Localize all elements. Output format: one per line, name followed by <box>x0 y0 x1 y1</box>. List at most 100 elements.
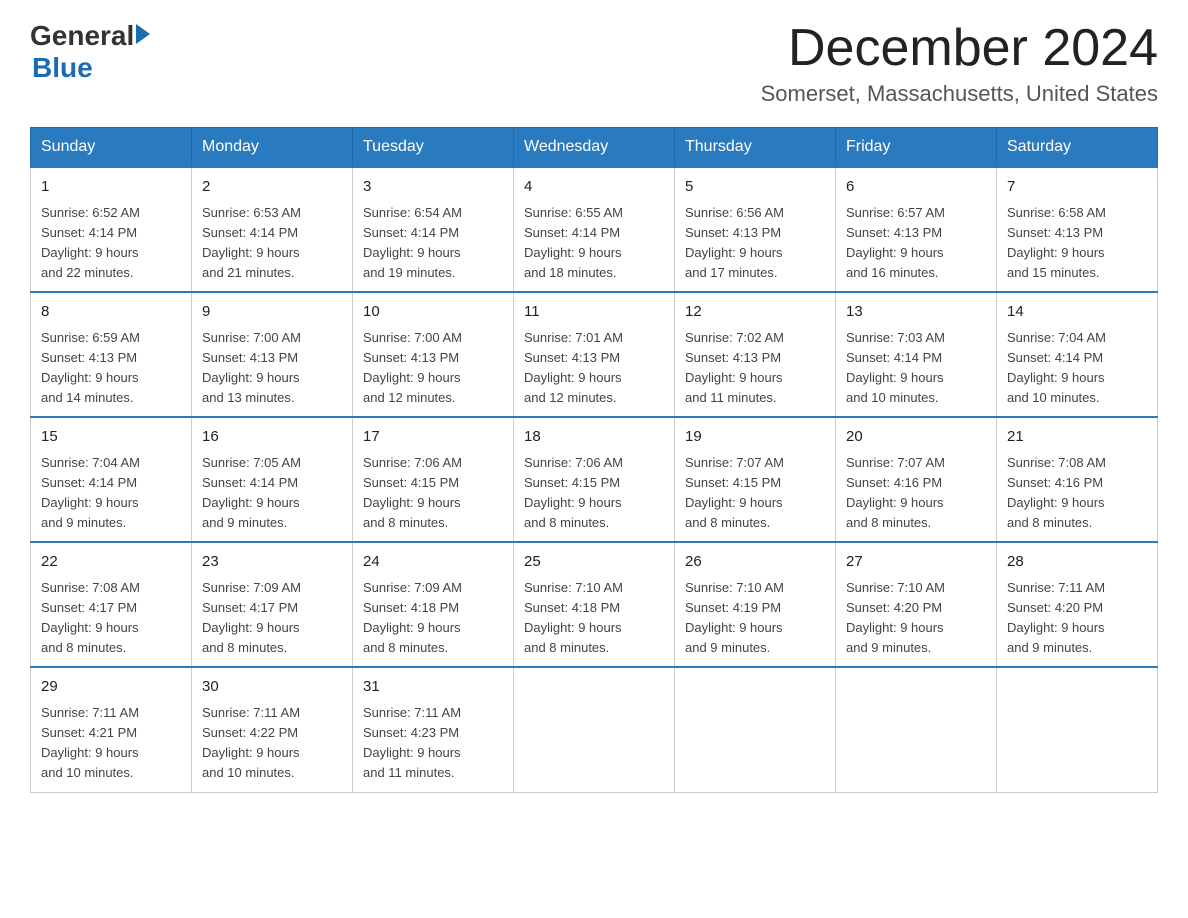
location-title: Somerset, Massachusetts, United States <box>761 81 1158 107</box>
day-cell-24: 24 Sunrise: 7:09 AMSunset: 4:18 PMDayligh… <box>353 542 514 667</box>
day-cell-25: 25 Sunrise: 7:10 AMSunset: 4:18 PMDayligh… <box>514 542 675 667</box>
day-number: 8 <box>41 301 181 324</box>
day-info: Sunrise: 7:11 AMSunset: 4:22 PMDaylight:… <box>202 703 342 784</box>
day-number: 9 <box>202 301 342 324</box>
day-cell-22: 22Sunrise: 7:08 AMSunset: 4:17 PMDayligh… <box>31 542 192 667</box>
day-cell-20: 20 Sunrise: 7:07 AMSunset: 4:16 PMDayligh… <box>836 417 997 542</box>
empty-cell <box>675 667 836 792</box>
day-info: Sunrise: 7:11 AMSunset: 4:23 PMDaylight:… <box>363 703 503 784</box>
week-row-4: 22Sunrise: 7:08 AMSunset: 4:17 PMDayligh… <box>31 542 1158 667</box>
day-info: Sunrise: 6:54 AMSunset: 4:14 PMDaylight:… <box>363 203 503 284</box>
day-number: 22 <box>41 551 181 574</box>
day-info: Sunrise: 6:57 AMSunset: 4:13 PMDaylight:… <box>846 203 986 284</box>
day-info: Sunrise: 7:06 AMSunset: 4:15 PMDaylight:… <box>524 453 664 534</box>
day-number: 3 <box>363 176 503 199</box>
day-cell-21: 21 Sunrise: 7:08 AMSunset: 4:16 PMDayligh… <box>997 417 1158 542</box>
day-info: Sunrise: 7:06 AMSunset: 4:15 PMDaylight:… <box>363 453 503 534</box>
day-cell-29: 29 Sunrise: 7:11 AMSunset: 4:21 PMDayligh… <box>31 667 192 792</box>
day-cell-31: 31 Sunrise: 7:11 AMSunset: 4:23 PMDayligh… <box>353 667 514 792</box>
day-info: Sunrise: 7:01 AMSunset: 4:13 PMDaylight:… <box>524 328 664 409</box>
day-number: 21 <box>1007 426 1147 449</box>
day-number: 26 <box>685 551 825 574</box>
day-number: 29 <box>41 676 181 699</box>
day-number: 25 <box>524 551 664 574</box>
day-number: 5 <box>685 176 825 199</box>
day-cell-14: 14Sunrise: 7:04 AMSunset: 4:14 PMDayligh… <box>997 292 1158 417</box>
day-number: 23 <box>202 551 342 574</box>
week-row-1: 1 Sunrise: 6:52 AMSunset: 4:14 PMDaylight… <box>31 167 1158 292</box>
day-info: Sunrise: 7:10 AMSunset: 4:18 PMDaylight:… <box>524 578 664 659</box>
day-cell-30: 30Sunrise: 7:11 AMSunset: 4:22 PMDayligh… <box>192 667 353 792</box>
weekday-header-thursday: Thursday <box>675 128 836 168</box>
logo-blue: Blue <box>32 52 150 84</box>
day-number: 1 <box>41 176 181 199</box>
week-row-2: 8 Sunrise: 6:59 AMSunset: 4:13 PMDaylight… <box>31 292 1158 417</box>
logo-general: General <box>30 20 134 52</box>
weekday-header-monday: Monday <box>192 128 353 168</box>
day-number: 27 <box>846 551 986 574</box>
weekday-header-wednesday: Wednesday <box>514 128 675 168</box>
day-info: Sunrise: 7:09 AMSunset: 4:17 PMDaylight:… <box>202 578 342 659</box>
day-number: 16 <box>202 426 342 449</box>
weekday-header-saturday: Saturday <box>997 128 1158 168</box>
day-number: 2 <box>202 176 342 199</box>
day-info: Sunrise: 7:00 AMSunset: 4:13 PMDaylight:… <box>363 328 503 409</box>
day-number: 6 <box>846 176 986 199</box>
day-number: 31 <box>363 676 503 699</box>
day-info: Sunrise: 7:11 AMSunset: 4:20 PMDaylight:… <box>1007 578 1147 659</box>
day-info: Sunrise: 7:07 AMSunset: 4:16 PMDaylight:… <box>846 453 986 534</box>
day-number: 4 <box>524 176 664 199</box>
day-info: Sunrise: 7:08 AMSunset: 4:16 PMDaylight:… <box>1007 453 1147 534</box>
day-number: 20 <box>846 426 986 449</box>
day-number: 7 <box>1007 176 1147 199</box>
day-info: Sunrise: 7:04 AMSunset: 4:14 PMDaylight:… <box>41 453 181 534</box>
day-info: Sunrise: 7:09 AMSunset: 4:18 PMDaylight:… <box>363 578 503 659</box>
month-title: December 2024 <box>761 20 1158 77</box>
day-number: 15 <box>41 426 181 449</box>
day-cell-18: 18 Sunrise: 7:06 AMSunset: 4:15 PMDayligh… <box>514 417 675 542</box>
day-info: Sunrise: 7:10 AMSunset: 4:19 PMDaylight:… <box>685 578 825 659</box>
day-info: Sunrise: 7:02 AMSunset: 4:13 PMDaylight:… <box>685 328 825 409</box>
day-info: Sunrise: 7:04 AMSunset: 4:14 PMDaylight:… <box>1007 328 1147 409</box>
day-number: 19 <box>685 426 825 449</box>
day-cell-6: 6 Sunrise: 6:57 AMSunset: 4:13 PMDaylight… <box>836 167 997 292</box>
day-cell-12: 12Sunrise: 7:02 AMSunset: 4:13 PMDayligh… <box>675 292 836 417</box>
day-cell-8: 8 Sunrise: 6:59 AMSunset: 4:13 PMDaylight… <box>31 292 192 417</box>
calendar-title-area: December 2024 Somerset, Massachusetts, U… <box>761 20 1158 107</box>
day-number: 11 <box>524 301 664 324</box>
day-info: Sunrise: 6:59 AMSunset: 4:13 PMDaylight:… <box>41 328 181 409</box>
weekday-header-tuesday: Tuesday <box>353 128 514 168</box>
day-info: Sunrise: 6:58 AMSunset: 4:13 PMDaylight:… <box>1007 203 1147 284</box>
day-cell-11: 11 Sunrise: 7:01 AMSunset: 4:13 PMDayligh… <box>514 292 675 417</box>
day-number: 28 <box>1007 551 1147 574</box>
day-info: Sunrise: 7:00 AMSunset: 4:13 PMDaylight:… <box>202 328 342 409</box>
day-info: Sunrise: 7:10 AMSunset: 4:20 PMDaylight:… <box>846 578 986 659</box>
day-cell-27: 27 Sunrise: 7:10 AMSunset: 4:20 PMDayligh… <box>836 542 997 667</box>
day-cell-16: 16Sunrise: 7:05 AMSunset: 4:14 PMDayligh… <box>192 417 353 542</box>
day-info: Sunrise: 7:07 AMSunset: 4:15 PMDaylight:… <box>685 453 825 534</box>
day-cell-26: 26 Sunrise: 7:10 AMSunset: 4:19 PMDayligh… <box>675 542 836 667</box>
weekday-header-row: SundayMondayTuesdayWednesdayThursdayFrid… <box>31 128 1158 168</box>
day-number: 18 <box>524 426 664 449</box>
day-info: Sunrise: 6:56 AMSunset: 4:13 PMDaylight:… <box>685 203 825 284</box>
logo: General Blue <box>30 20 150 84</box>
day-info: Sunrise: 6:53 AMSunset: 4:14 PMDaylight:… <box>202 203 342 284</box>
page-header: General Blue December 2024 Somerset, Mas… <box>30 20 1158 107</box>
day-cell-3: 3 Sunrise: 6:54 AMSunset: 4:14 PMDaylight… <box>353 167 514 292</box>
day-info: Sunrise: 6:52 AMSunset: 4:14 PMDaylight:… <box>41 203 181 284</box>
day-number: 24 <box>363 551 503 574</box>
day-cell-2: 2 Sunrise: 6:53 AMSunset: 4:14 PMDaylight… <box>192 167 353 292</box>
empty-cell <box>836 667 997 792</box>
week-row-3: 15 Sunrise: 7:04 AMSunset: 4:14 PMDayligh… <box>31 417 1158 542</box>
day-cell-19: 19 Sunrise: 7:07 AMSunset: 4:15 PMDayligh… <box>675 417 836 542</box>
empty-cell <box>514 667 675 792</box>
day-cell-13: 13Sunrise: 7:03 AMSunset: 4:14 PMDayligh… <box>836 292 997 417</box>
day-cell-1: 1 Sunrise: 6:52 AMSunset: 4:14 PMDaylight… <box>31 167 192 292</box>
day-cell-23: 23 Sunrise: 7:09 AMSunset: 4:17 PMDayligh… <box>192 542 353 667</box>
logo-arrow-icon <box>136 24 150 44</box>
day-cell-10: 10Sunrise: 7:00 AMSunset: 4:13 PMDayligh… <box>353 292 514 417</box>
weekday-header-friday: Friday <box>836 128 997 168</box>
day-number: 17 <box>363 426 503 449</box>
day-info: Sunrise: 7:11 AMSunset: 4:21 PMDaylight:… <box>41 703 181 784</box>
day-cell-4: 4Sunrise: 6:55 AMSunset: 4:14 PMDaylight… <box>514 167 675 292</box>
